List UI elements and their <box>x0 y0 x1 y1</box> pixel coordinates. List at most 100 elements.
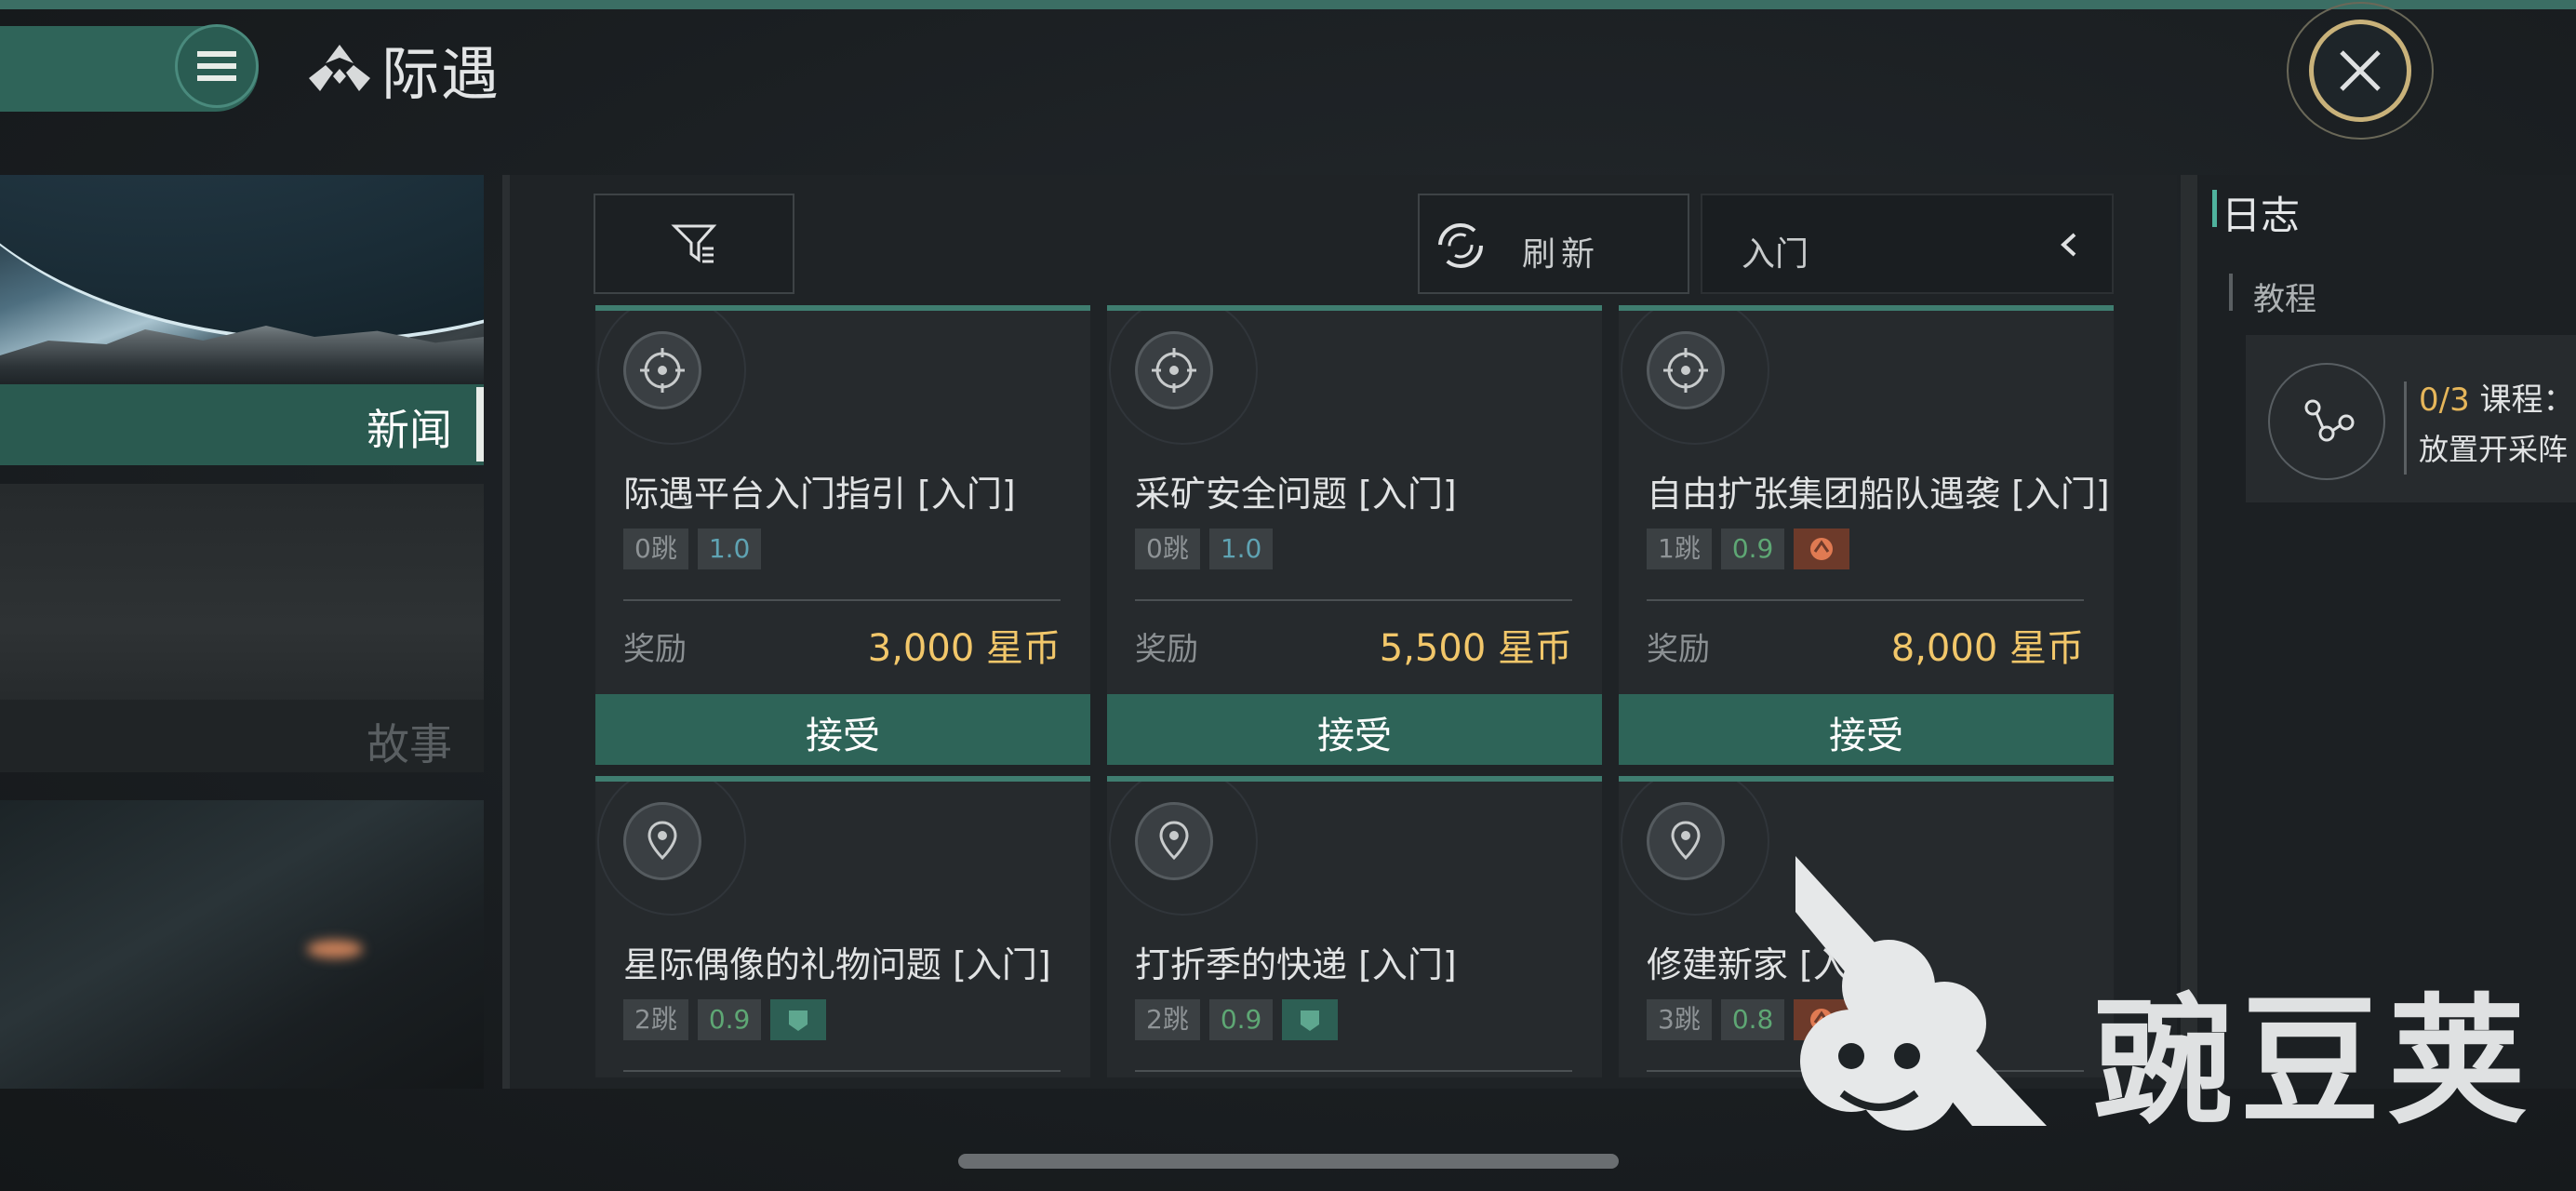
app-brand: 际遇 <box>305 32 501 108</box>
card-tags: 2跳 0.9 <box>1135 999 1339 1040</box>
card-divider <box>623 599 1061 601</box>
news-thumbnail <box>0 175 484 389</box>
refresh-button[interactable]: 刷新 <box>1418 194 1689 294</box>
log-progress-label: 课程： <box>2479 381 2575 419</box>
close-button[interactable] <box>2287 2 2434 140</box>
security-tag: 0.8 <box>1720 999 1785 1040</box>
nav-item-label: 新闻 <box>367 405 452 455</box>
target-reticle-icon <box>1152 348 1196 393</box>
log-title: 日志 <box>2222 193 2301 238</box>
log-entry-description: 放置开采阵 <box>2419 432 2569 467</box>
card-tags: 1跳 0.9 <box>1647 529 1850 569</box>
close-icon <box>2340 50 2381 91</box>
accept-button[interactable]: 接受 <box>1107 694 1602 765</box>
mission-type-badge <box>623 802 701 880</box>
mission-type-badge <box>1135 331 1213 409</box>
refresh-icon <box>1438 223 1483 268</box>
security-tag: 0.9 <box>1720 529 1785 569</box>
planet-image <box>0 175 484 342</box>
card-tags: 0跳 1.0 <box>623 529 762 569</box>
jumps-tag: 0跳 <box>623 529 688 569</box>
card-title: 打折季的快递 [入门] <box>1135 944 1457 985</box>
reward-label: 奖励 <box>1647 631 1710 668</box>
encounter-card[interactable]: 星际偶像的礼物问题 [入门] 2跳 0.9 <box>595 776 1090 1077</box>
reward-value: 3,000 星币 <box>867 627 1061 670</box>
mission-type-badge <box>1647 331 1725 409</box>
location-pin-icon <box>1159 821 1189 861</box>
app-root: 际遇 新闻 故事 教程 <box>0 0 2576 1191</box>
faction-icon <box>1301 1010 1320 1031</box>
security-tag: 0.9 <box>697 999 762 1040</box>
accept-button[interactable]: 接受 <box>595 694 1090 765</box>
encounter-card[interactable]: 采矿安全问题 [入门] 0跳 1.0 奖励 5,500 星币 接受 <box>1107 305 1602 765</box>
filter-button[interactable] <box>594 194 794 294</box>
nav-item-tutorial[interactable] <box>0 800 484 1089</box>
reward-label: 奖励 <box>623 631 687 668</box>
faction-tag <box>1794 529 1850 569</box>
dropdown-value: 入门 <box>1742 235 1809 274</box>
card-title: 采矿安全问题 [入门] <box>1135 474 1457 515</box>
reward-value: 5,500 星币 <box>1379 627 1572 670</box>
log-progress: 0/3 课程： <box>2419 374 2575 420</box>
accept-button[interactable]: 接受 <box>1619 694 2114 765</box>
card-divider <box>1135 1070 1572 1072</box>
card-title: 自由扩张集团船队遇袭 [入门] <box>1647 474 2110 515</box>
reward-label: 奖励 <box>1135 631 1198 668</box>
page-title: 际遇 <box>381 40 501 108</box>
card-tags: 0跳 1.0 <box>1135 529 1274 569</box>
jumps-tag: 2跳 <box>1135 999 1200 1040</box>
left-nav: 新闻 故事 教程 <box>0 175 484 1089</box>
mission-type-badge <box>623 331 701 409</box>
log-category: 教程 <box>2253 281 2316 318</box>
card-title: 际遇平台入门指引 [入门] <box>623 474 1016 515</box>
encounter-card[interactable]: 打折季的快递 [入门] 2跳 0.9 <box>1107 776 1602 1077</box>
location-pin-icon <box>1671 821 1701 861</box>
location-pin-icon <box>647 821 677 861</box>
log-category-accent <box>2229 274 2233 311</box>
target-reticle-icon <box>640 348 685 393</box>
nav-item-label: 故事 <box>367 719 452 769</box>
chevron-left-icon <box>2061 233 2076 257</box>
encounter-logo-icon <box>309 45 370 91</box>
card-divider <box>623 1070 1061 1072</box>
mission-type-badge <box>1647 802 1725 880</box>
log-title-accent <box>2212 190 2217 227</box>
difficulty-dropdown[interactable]: 入门 <box>1701 194 2114 294</box>
nav-item-story[interactable]: 故事 <box>0 484 484 772</box>
faction-tag <box>1282 999 1339 1040</box>
watermark-logo: 豌豆荚 <box>1786 856 2549 1144</box>
card-tags: 2跳 0.9 <box>623 999 827 1040</box>
active-indicator <box>476 387 484 462</box>
reward-value: 8,000 星币 <box>1890 627 2084 670</box>
card-divider <box>1135 599 1572 601</box>
jumps-tag: 3跳 <box>1647 999 1712 1040</box>
target-reticle-icon <box>1663 348 1708 393</box>
tutorial-thumbnail-glow <box>307 940 363 958</box>
faction-tag <box>770 999 827 1040</box>
jumps-tag: 1跳 <box>1647 529 1712 569</box>
faction-icon <box>789 1010 808 1031</box>
encounter-card[interactable]: 自由扩张集团船队遇袭 [入门] 1跳 0.9 奖励 8,000 星币 接受 <box>1619 305 2114 765</box>
refresh-label: 刷新 <box>1522 235 1601 274</box>
route-nodes-icon <box>2304 399 2355 442</box>
hamburger-menu-button[interactable] <box>175 24 259 108</box>
nav-item-news[interactable]: 新闻 <box>0 175 484 465</box>
security-tag: 1.0 <box>1208 529 1274 569</box>
encounter-card[interactable]: 际遇平台入门指引 [入门] 0跳 1.0 奖励 3,000 星币 接受 <box>595 305 1090 765</box>
watermark-text: 豌豆荚 <box>2093 982 2535 1144</box>
card-divider <box>1647 599 2084 601</box>
log-entry[interactable]: 0/3 课程： 放置开采阵 <box>2246 335 2576 502</box>
top-accent-line <box>0 0 2576 9</box>
hamburger-icon <box>197 51 236 81</box>
nav-item-label: 教程 <box>367 1184 452 1191</box>
security-tag: 0.9 <box>1208 999 1274 1040</box>
jumps-tag: 2跳 <box>623 999 688 1040</box>
log-entry-badge <box>2268 363 2385 480</box>
jumps-tag: 0跳 <box>1135 529 1200 569</box>
security-tag: 1.0 <box>697 529 762 569</box>
card-title: 星际偶像的礼物问题 [入门] <box>623 944 1051 985</box>
mission-type-badge <box>1135 802 1213 880</box>
log-progress-count: 0/3 <box>2419 381 2470 419</box>
home-indicator[interactable] <box>958 1154 1619 1169</box>
log-entry-separator <box>2404 381 2407 475</box>
